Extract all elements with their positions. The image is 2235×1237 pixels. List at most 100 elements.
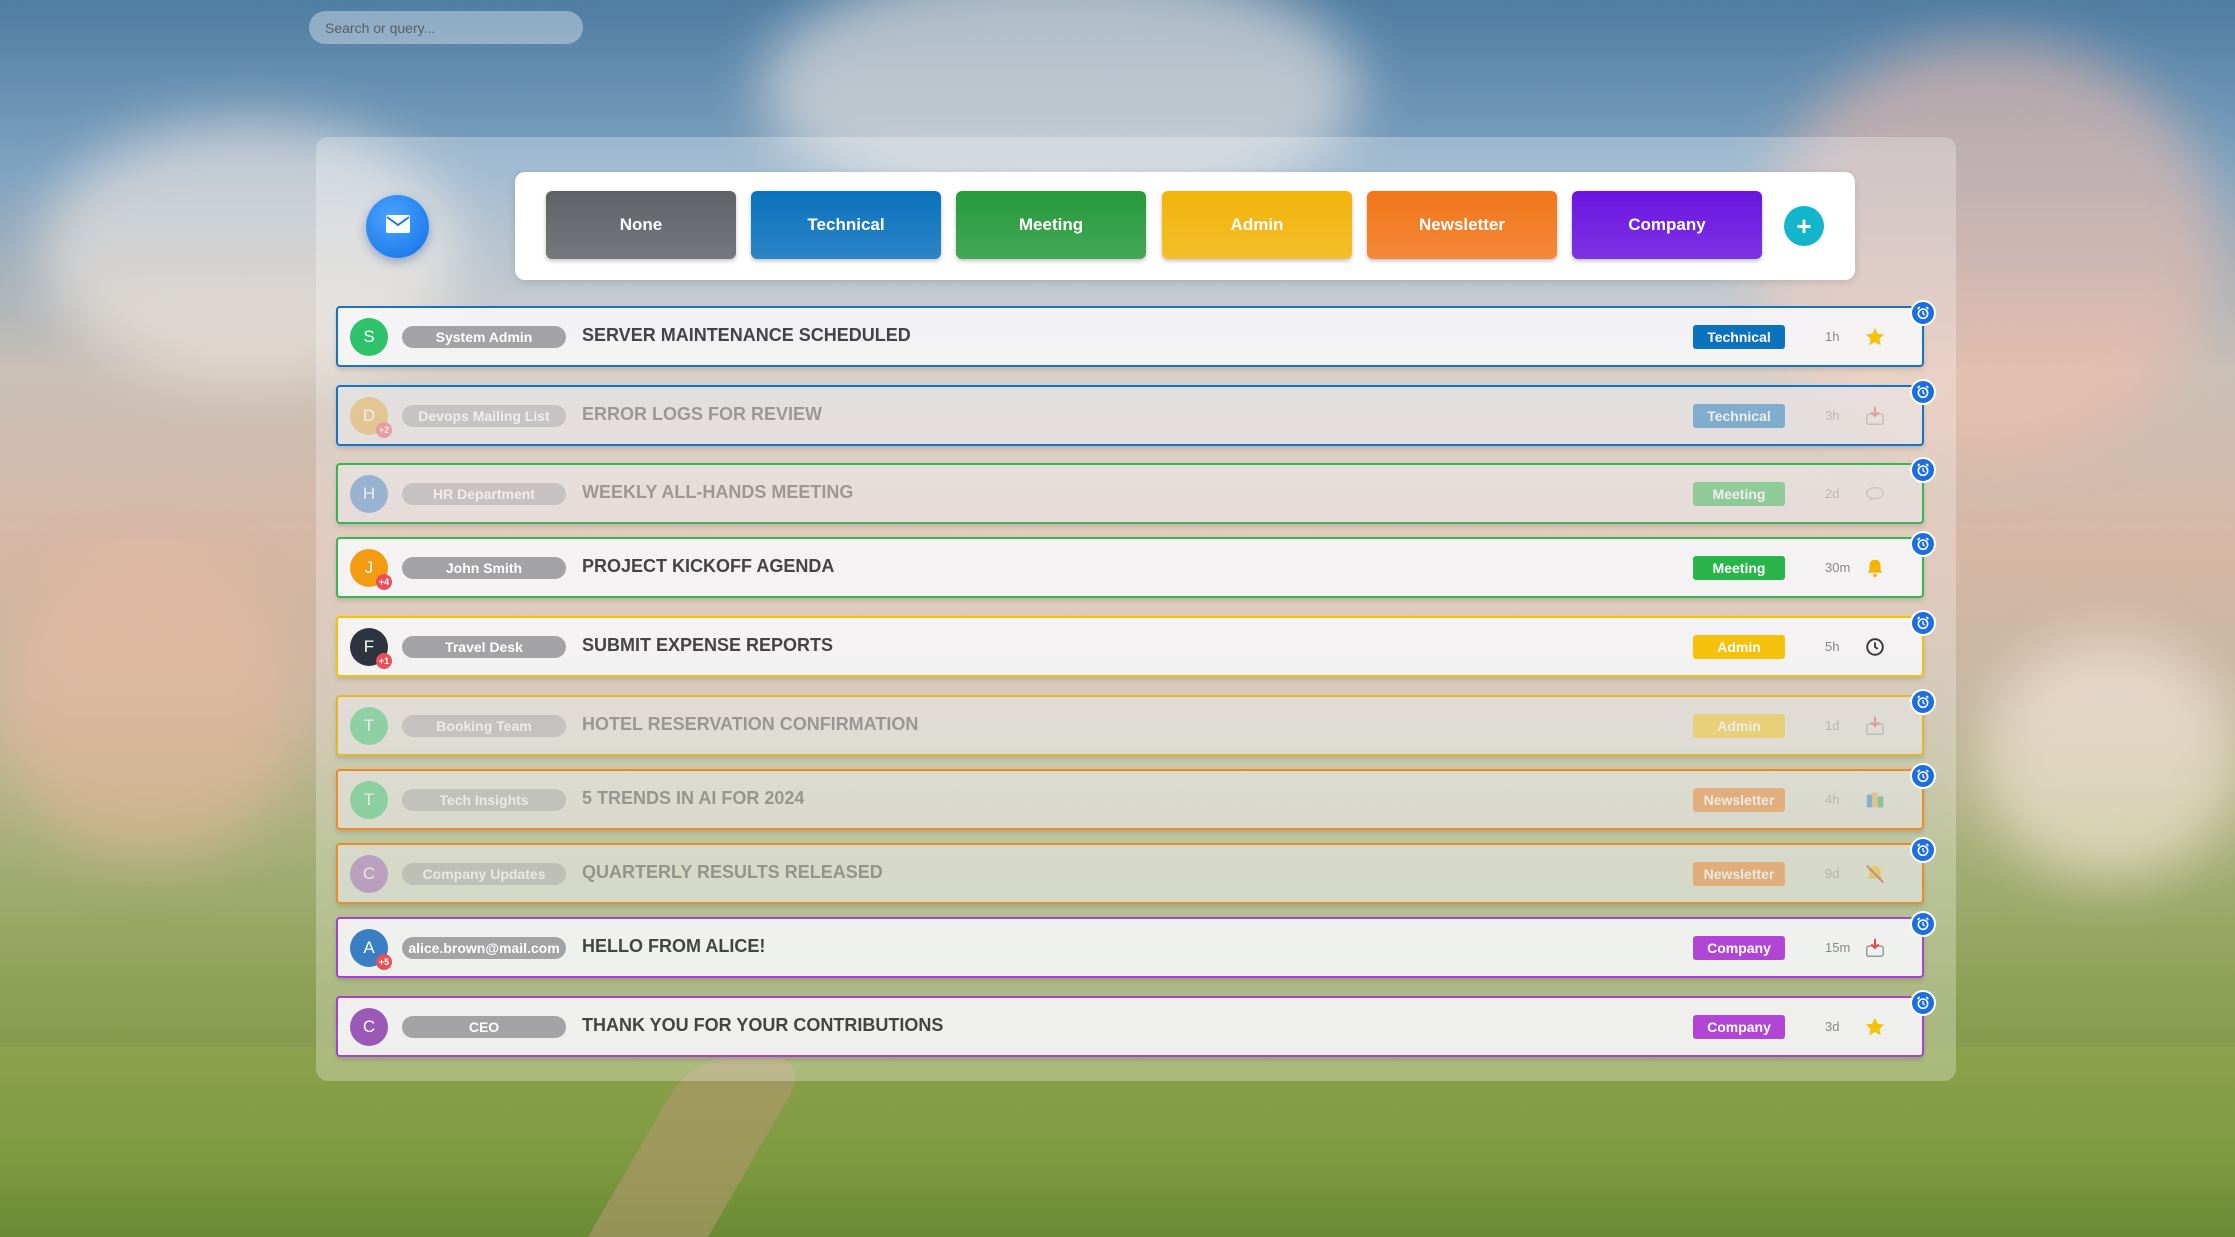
bell-icon[interactable] [1863, 556, 1887, 580]
avatar: S [350, 318, 388, 356]
email-subject: ERROR LOGS FOR REVIEW [582, 404, 823, 424]
inbox-download-icon[interactable] [1863, 404, 1887, 428]
email-subject: THANK YOU FOR YOUR CONTRIBUTIONS [582, 1015, 944, 1035]
avatar-initial: F [363, 637, 375, 656]
avatar: D +2 [350, 397, 392, 438]
category-button-newsletter[interactable]: Newsletter [1367, 191, 1557, 259]
sender-pill: alice.brown@mail.com [402, 937, 566, 959]
email-subject: HOTEL RESERVATION CONFIRMATION [582, 714, 919, 734]
inbox-download-icon[interactable] [1863, 936, 1887, 960]
avatar-initial: D [362, 406, 376, 425]
thread-count-badge: +4 [376, 574, 392, 590]
sender-pill: John Smith [402, 557, 566, 579]
email-row[interactable]: S System Admin SERVER MAINTENANCE SCHEDULE… [336, 300, 1936, 367]
email-time: 4h [1825, 792, 1840, 807]
avatar-initial: S [363, 327, 375, 346]
avatar: H [350, 475, 388, 513]
avatar: J +4 [350, 549, 392, 590]
category-filter-bar: None Technical Meeting Admin Newsletter Compa… [515, 172, 1855, 280]
email-time: 1d [1825, 718, 1840, 733]
alarm-clock-icon[interactable] [1910, 531, 1936, 557]
avatar: A +5 [350, 929, 392, 970]
email-time: 1h [1825, 329, 1840, 344]
alarm-clock-icon[interactable] [1910, 457, 1936, 483]
alarm-clock-icon[interactable] [1910, 911, 1936, 937]
category-tag[interactable]: Newsletter [1693, 788, 1785, 812]
category-button-technical[interactable]: Technical [751, 191, 941, 259]
category-tag[interactable]: Technical [1693, 325, 1785, 349]
sender-pill: Devops Mailing List [402, 405, 566, 427]
avatar-initial: C [362, 1017, 376, 1036]
avatar-initial: A [363, 938, 375, 957]
email-time: 30m [1825, 560, 1851, 575]
category-tag[interactable]: Admin [1693, 714, 1785, 738]
email-row[interactable]: A +5 alice.brown@mail.com HELLO FROM ALICE!… [336, 911, 1936, 978]
alarm-clock-icon[interactable] [1910, 300, 1936, 326]
alarm-clock-icon[interactable] [1910, 689, 1936, 715]
search-input[interactable] [309, 11, 583, 44]
email-subject: SERVER MAINTENANCE SCHEDULED [582, 325, 911, 345]
email-row[interactable]: D +2 Devops Mailing List ERROR LOGS FOR REV… [336, 379, 1936, 446]
sender-pill: HR Department [402, 483, 566, 505]
avatar: C [350, 1008, 388, 1046]
email-row[interactable]: J +4 John Smith PROJECT KICKOFF AGENDA Meeti… [336, 531, 1936, 598]
alarm-clock-icon[interactable] [1910, 610, 1936, 636]
email-subject: 5 TRENDS IN AI FOR 2024 [582, 788, 805, 808]
thread-count-badge: +1 [376, 653, 392, 669]
avatar-initial: J [364, 558, 374, 577]
avatar: T [350, 781, 388, 819]
alarm-clock-icon[interactable] [1910, 379, 1936, 405]
alarm-clock-icon[interactable] [1910, 837, 1936, 863]
compose-button[interactable] [366, 195, 429, 258]
star-icon[interactable] [1863, 325, 1887, 349]
avatar: C [350, 855, 388, 893]
thread-count-badge: +5 [376, 954, 392, 970]
email-time: 9d [1825, 866, 1840, 881]
inbox-download-icon[interactable] [1863, 714, 1887, 738]
avatar-initial: T [363, 790, 375, 809]
alarm-clock-icon[interactable] [1910, 763, 1936, 789]
category-button-company[interactable]: Company [1572, 191, 1762, 259]
chat-bubble-icon[interactable] [1863, 482, 1887, 506]
star-icon[interactable] [1863, 1015, 1887, 1039]
category-tag[interactable]: Meeting [1693, 556, 1785, 580]
email-subject: QUARTERLY RESULTS RELEASED [582, 862, 883, 882]
category-button-meeting[interactable]: Meeting [956, 191, 1146, 259]
category-tag[interactable]: Technical [1693, 404, 1785, 428]
email-row[interactable]: H HR Department WEEKLY ALL-HANDS MEETING Me… [336, 457, 1936, 524]
books-icon[interactable] [1863, 788, 1887, 812]
sender-pill: System Admin [402, 326, 566, 348]
email-row[interactable]: T Booking Team HOTEL RESERVATION CONFIRMAT… [336, 689, 1936, 756]
email-row[interactable]: T Tech Insights 5 TRENDS IN AI FOR 2024 New… [336, 763, 1936, 830]
sender-pill: CEO [402, 1016, 566, 1038]
alarm-clock-icon[interactable] [1910, 990, 1936, 1016]
email-time: 2d [1825, 486, 1840, 501]
clock-icon[interactable] [1863, 635, 1887, 659]
muted-bell-icon[interactable] [1863, 862, 1887, 886]
email-time: 15m [1825, 940, 1851, 955]
sender-pill: Company Updates [402, 863, 566, 885]
avatar: T [350, 707, 388, 745]
category-tag[interactable]: Admin [1693, 635, 1785, 659]
category-tag[interactable]: Company [1693, 936, 1785, 960]
category-tag[interactable]: Newsletter [1693, 862, 1785, 886]
email-time: 5h [1825, 639, 1840, 654]
email-row[interactable]: F +1 Travel Desk SUBMIT EXPENSE REPORTS Admi… [336, 610, 1936, 677]
thread-count-badge: +2 [376, 422, 392, 438]
sender-pill: Travel Desk [402, 636, 566, 658]
avatar-initial: C [362, 864, 376, 883]
email-row[interactable]: C CEO THANK YOU FOR YOUR CONTRIBUTIONS Comp… [336, 990, 1936, 1057]
envelope-icon [385, 214, 411, 239]
email-subject: SUBMIT EXPENSE REPORTS [582, 635, 834, 655]
email-subject: PROJECT KICKOFF AGENDA [582, 556, 835, 576]
category-tag[interactable]: Company [1693, 1015, 1785, 1039]
avatar-initial: T [363, 716, 375, 735]
sender-pill: Tech Insights [402, 789, 566, 811]
category-button-admin[interactable]: Admin [1162, 191, 1352, 259]
email-time: 3d [1825, 1019, 1840, 1034]
category-tag[interactable]: Meeting [1693, 482, 1785, 506]
email-row[interactable]: C Company Updates QUARTERLY RESULTS RELEAS… [336, 837, 1936, 904]
email-time: 3h [1825, 408, 1840, 423]
category-button-none[interactable]: None [546, 191, 736, 259]
add-category-button[interactable]: + [1784, 206, 1824, 246]
